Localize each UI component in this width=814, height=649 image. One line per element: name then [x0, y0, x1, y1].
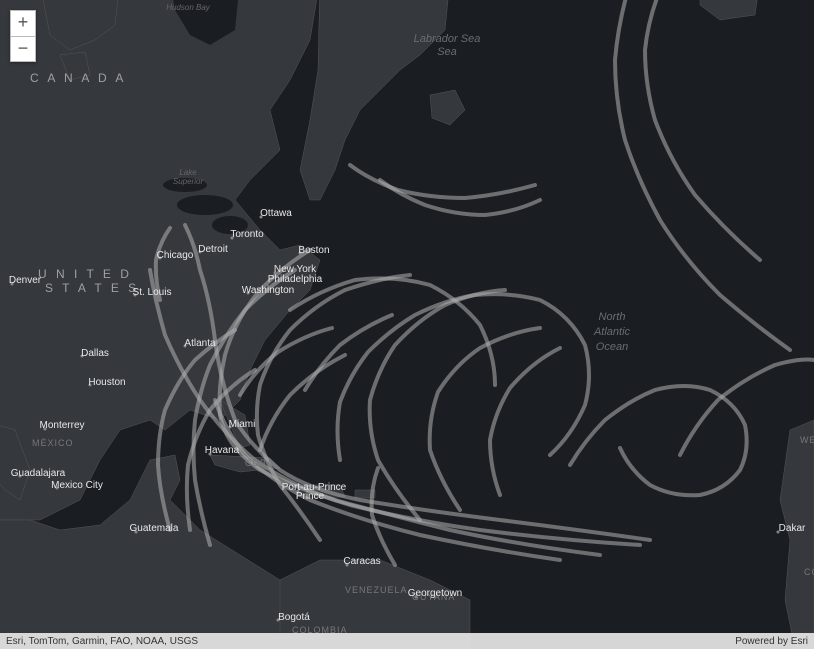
water-label: Ocean	[596, 341, 628, 353]
city-houston: Houston	[88, 377, 125, 388]
svg-text:Prince: Prince	[296, 491, 325, 502]
land-layer	[0, 0, 814, 649]
map-view[interactable]: Labrador Sea Sea North Atlantic Ocean Hu…	[0, 0, 814, 649]
city-dakar: Dakar	[779, 523, 806, 534]
city-chicago: Chicago	[157, 250, 194, 261]
map-svg: Labrador Sea Sea North Atlantic Ocean Hu…	[0, 0, 814, 649]
city-atlanta: Atlanta	[184, 338, 216, 349]
city-toronto: Toronto	[230, 229, 264, 240]
region-wes: WES	[800, 435, 814, 445]
zoom-out-button[interactable]: −	[10, 36, 36, 62]
country-label-mexico: MÉXICO	[32, 438, 74, 448]
city-miami: Miami	[229, 419, 256, 430]
zoom-control: + −	[10, 10, 36, 62]
city-stlouis: St. Louis	[133, 287, 172, 298]
country-label-cuba: CUBA	[245, 458, 274, 468]
city-philadelphia: Philadelphia	[268, 274, 323, 285]
city-georgetown: Georgetown	[408, 588, 462, 599]
water-label: North	[599, 311, 626, 323]
svg-text:Superior: Superior	[173, 177, 204, 186]
city-monterrey: Monterrey	[39, 420, 84, 431]
city-bogota: Bogotá	[278, 612, 310, 623]
region-co: CO	[804, 567, 814, 577]
city-detroit: Detroit	[198, 244, 228, 255]
water-label: Atlantic	[593, 326, 631, 338]
svg-text:Sea: Sea	[437, 46, 457, 58]
attribution-left: Esri, TomTom, Garmin, FAO, NOAA, USGS	[6, 636, 198, 647]
water-label: Labrador Sea	[414, 33, 481, 45]
city-havana: Havana	[205, 445, 240, 456]
zoom-in-button[interactable]: +	[10, 10, 36, 36]
city-guatemala: Guatemala	[130, 523, 179, 534]
svg-text:Lake: Lake	[179, 168, 197, 177]
attribution-right: Powered by Esri	[735, 636, 808, 647]
city-mexicocity: Mexico City	[51, 480, 103, 491]
country-label-canada: C A N A D A	[30, 71, 126, 85]
attribution-bar: Esri, TomTom, Garmin, FAO, NOAA, USGS Po…	[0, 633, 814, 649]
city-dallas: Dallas	[81, 348, 109, 359]
svg-text:S T A T E S: S T A T E S	[45, 281, 139, 295]
city-denver: Denver	[9, 275, 42, 286]
city-boston: Boston	[298, 245, 329, 256]
water-label: Hudson Bay	[166, 3, 211, 12]
svg-text:U N I T E D: U N I T E D	[38, 267, 132, 281]
city-caracas: Caracas	[343, 556, 380, 567]
country-label-venezuela: VENEZUELA	[345, 585, 408, 595]
city-ottawa: Ottawa	[260, 208, 292, 219]
city-washington: Washington	[242, 285, 294, 296]
city-guadalajara: Guadalajara	[11, 468, 66, 479]
